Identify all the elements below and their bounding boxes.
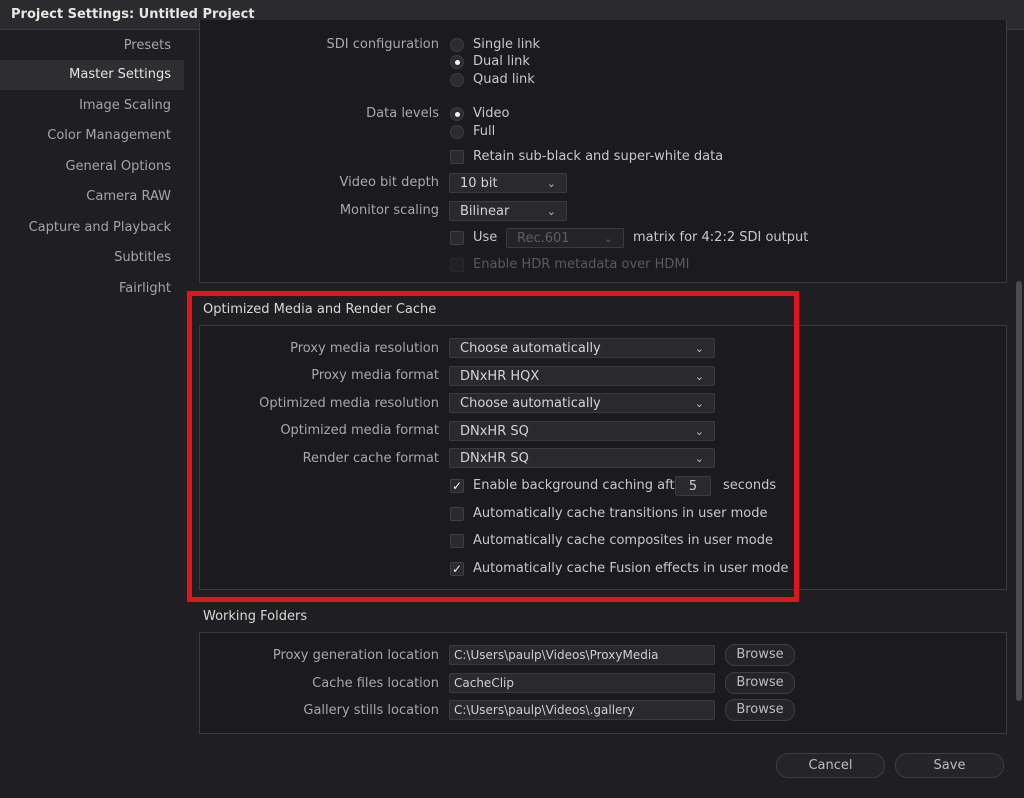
- browse-gallery-button[interactable]: Browse: [725, 699, 795, 721]
- use-label: Use: [473, 230, 498, 245]
- cancel-button[interactable]: Cancel: [776, 753, 885, 778]
- chevron-down-icon: ⌄: [546, 177, 556, 190]
- use-matrix-checkbox[interactable]: [450, 231, 464, 245]
- video-levels-label: Video: [473, 106, 510, 121]
- dual-link-label: Dual link: [473, 54, 530, 69]
- radio-video-levels[interactable]: [450, 107, 464, 121]
- radio-dual-link[interactable]: [450, 55, 464, 69]
- dialog-footer: Cancel Save: [0, 743, 1024, 798]
- browse-proxy-button[interactable]: Browse: [725, 644, 795, 666]
- quad-link-label: Quad link: [473, 72, 535, 87]
- monitor-scaling-value: Bilinear: [460, 204, 510, 219]
- retain-sub-black-checkbox[interactable]: [450, 150, 464, 164]
- radio-full-levels[interactable]: [450, 125, 464, 139]
- highlight-frame: [187, 291, 799, 602]
- data-levels-label: Data levels: [366, 106, 439, 121]
- retain-sub-black-label: Retain sub-black and super-white data: [473, 149, 724, 164]
- save-button[interactable]: Save: [895, 753, 1004, 778]
- sidebar-item-capture-playback[interactable]: Capture and Playback: [0, 213, 184, 243]
- proxy-generation-location-input[interactable]: C:\Users\paulp\Videos\ProxyMedia: [449, 645, 715, 665]
- sidebar-item-image-scaling[interactable]: Image Scaling: [0, 91, 184, 121]
- gallery-stills-location-input[interactable]: C:\Users\paulp\Videos\.gallery: [449, 700, 715, 720]
- hdr-metadata-label: Enable HDR metadata over HDMI: [473, 257, 690, 272]
- cache-files-location-label: Cache files location: [312, 676, 439, 691]
- gallery-stills-location-label: Gallery stills location: [303, 703, 439, 718]
- sidebar-item-color-management[interactable]: Color Management: [0, 121, 184, 151]
- radio-single-link[interactable]: [450, 38, 464, 52]
- sidebar-item-fairlight[interactable]: Fairlight: [0, 274, 184, 304]
- browse-cache-button[interactable]: Browse: [725, 672, 795, 694]
- cache-files-location-input[interactable]: CacheClip: [449, 673, 715, 693]
- sidebar-item-subtitles[interactable]: Subtitles: [0, 243, 184, 273]
- video-bit-depth-value: 10 bit: [460, 176, 498, 191]
- scrollbar-thumb[interactable]: [1016, 281, 1022, 701]
- radio-quad-link[interactable]: [450, 73, 464, 87]
- video-bit-depth-label: Video bit depth: [339, 175, 440, 190]
- matrix-value: Rec.601: [517, 231, 570, 246]
- sidebar-item-presets[interactable]: Presets: [0, 31, 184, 61]
- sidebar-item-general-options[interactable]: General Options: [0, 152, 184, 182]
- monitor-scaling-label: Monitor scaling: [339, 203, 439, 218]
- monitor-scaling-select[interactable]: Bilinear ⌄: [449, 201, 567, 221]
- hdr-metadata-checkbox[interactable]: [450, 258, 464, 272]
- single-link-label: Single link: [473, 37, 541, 52]
- sidebar-item-master-settings[interactable]: Master Settings: [0, 60, 184, 90]
- matrix-suffix-label: matrix for 4:2:2 SDI output: [633, 230, 809, 245]
- full-levels-label: Full: [473, 124, 496, 139]
- settings-sidebar: Presets Master Settings Image Scaling Co…: [0, 31, 184, 798]
- vertical-scrollbar[interactable]: [1014, 31, 1024, 743]
- video-bit-depth-select[interactable]: 10 bit ⌄: [449, 173, 567, 193]
- chevron-down-icon: ⌄: [546, 205, 556, 218]
- proxy-generation-location-label: Proxy generation location: [272, 648, 439, 663]
- working-folders-section-title: Working Folders: [203, 609, 308, 624]
- matrix-select[interactable]: Rec.601 ⌄: [506, 228, 624, 248]
- sidebar-item-camera-raw[interactable]: Camera RAW: [0, 182, 184, 212]
- sdi-configuration-label: SDI configuration: [326, 37, 439, 52]
- chevron-down-icon: ⌄: [603, 232, 613, 245]
